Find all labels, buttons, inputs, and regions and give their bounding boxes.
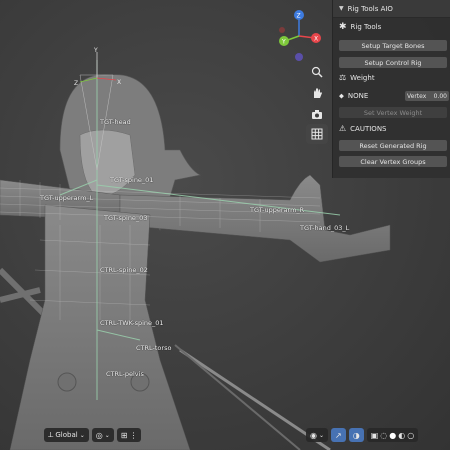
snapping-dropdown[interactable]: ⊞ ⋮ xyxy=(116,428,142,442)
warning-icon: ⚠ xyxy=(339,124,347,133)
snap-target-icon: ⋮ xyxy=(129,430,138,440)
pivot-point-dropdown[interactable]: ◎ ⌄ xyxy=(91,428,114,442)
shading-modes: ▣ ◌ ● ◐ ○ xyxy=(366,428,419,442)
snap-icon: ⊞ xyxy=(120,430,128,440)
reset-generated-rig-button[interactable]: Reset Generated Rig xyxy=(339,140,447,151)
blender-window: Y Z X TGT-head TGT-spine_01 TGT-upperarm… xyxy=(0,0,450,450)
collapse-arrow-icon[interactable]: ▼ xyxy=(339,5,344,12)
axis-z-label: Z xyxy=(74,80,78,87)
bone-label: CTRL-torso xyxy=(136,344,172,352)
transform-orientation-dropdown[interactable]: ⟂ Global ⌄ xyxy=(44,428,89,442)
overlay-icon: ◑ xyxy=(352,430,360,440)
bone-label: TGT-hand_03_L xyxy=(300,224,350,232)
pan-button[interactable] xyxy=(306,83,328,103)
weight-subheader: ⚖ Weight xyxy=(339,73,450,82)
wireframe-shading-icon[interactable]: ◌ xyxy=(380,431,387,440)
bone-label: TGT-upperarm_L xyxy=(40,194,94,202)
pivot-icon: ◎ xyxy=(95,430,103,440)
panel-title: Rig Tools AIO xyxy=(347,4,393,13)
vertex-weight-field[interactable]: Vertex 0.00 xyxy=(405,91,449,101)
axis-x-label: X xyxy=(117,79,121,86)
rig-tools-label: Rig Tools xyxy=(350,23,382,31)
viewport-bottom-bar: ⟂ Global ⌄ ◎ ⌄ ⊞ ⋮ xyxy=(44,428,142,444)
axis-y-label: Y xyxy=(93,47,98,54)
chevron-down-icon: ⌄ xyxy=(318,431,325,439)
gizmo-y-label: Y xyxy=(281,39,286,46)
bone-label: TGT-spine_03 xyxy=(104,214,148,222)
setup-target-bones-button[interactable]: Setup Target Bones xyxy=(339,40,447,51)
vertex-value: 0.00 xyxy=(433,92,447,100)
bone-label: TGT-head xyxy=(100,118,131,126)
gizmo-neg-x-axis[interactable] xyxy=(279,27,285,33)
gizmo-z-label: Z xyxy=(297,13,301,20)
bone-label: CTRL-spine_02 xyxy=(100,266,148,274)
rig-tools-icon: ✱ xyxy=(339,22,347,32)
visibility-dropdown[interactable]: ◉ ⌄ xyxy=(306,428,329,442)
xray-icon[interactable]: ▣ xyxy=(371,431,379,440)
zoom-button[interactable] xyxy=(306,62,328,82)
gizmo-x-label: X xyxy=(314,36,318,43)
ortho-toggle-button[interactable] xyxy=(306,124,328,144)
bone-label: TGT-upperarm_R xyxy=(250,206,305,214)
chevron-down-icon: ⌄ xyxy=(104,431,110,439)
chevron-down-icon: ⌄ xyxy=(79,431,85,439)
panel-header[interactable]: ▼ Rig Tools AIO xyxy=(333,0,450,18)
eye-icon: ◉ xyxy=(310,430,317,440)
rendered-shading-icon[interactable]: ○ xyxy=(407,431,414,440)
set-vertex-weight-button[interactable]: Set Vertex Weight xyxy=(339,107,447,118)
camera-view-button[interactable] xyxy=(306,104,328,124)
rig-tools-panel: ▼ Rig Tools AIO ✱ Rig Tools Setup Target… xyxy=(332,0,450,178)
weight-label: Weight xyxy=(350,73,375,82)
orientation-icon: ⟂ xyxy=(48,430,54,439)
zoom-icon xyxy=(311,66,323,78)
camera-icon xyxy=(312,110,322,119)
solid-shading-icon[interactable]: ● xyxy=(389,431,396,440)
clear-vertex-groups-button[interactable]: Clear Vertex Groups xyxy=(339,156,447,167)
viewport-shading-bar: ◉ ⌄ ↗ ◑ ▣ ◌ ● ◐ ○ xyxy=(306,428,419,444)
overlay-toggle[interactable]: ◑ xyxy=(348,428,364,442)
navigation-gizmo[interactable]: Z X Y xyxy=(275,6,325,64)
weight-icon: ⚖ xyxy=(339,73,347,82)
weight-mode-value[interactable]: NONE xyxy=(348,92,368,100)
belt-ornament-left xyxy=(57,372,77,392)
cautions-label: CAUTIONS xyxy=(350,124,387,133)
cautions-subheader: ⚠ CAUTIONS xyxy=(339,124,450,133)
material-shading-icon[interactable]: ◐ xyxy=(398,431,405,440)
bone-label: TGT-spine_01 xyxy=(110,176,154,184)
setup-control-rig-button[interactable]: Setup Control Rig xyxy=(339,57,447,68)
vertex-label: Vertex xyxy=(407,92,427,100)
grid-icon xyxy=(311,128,323,140)
gizmo-toggle[interactable]: ↗ xyxy=(331,428,346,442)
gizmo-neg-z-axis[interactable] xyxy=(295,53,303,61)
orientation-value: Global xyxy=(55,431,78,439)
none-icon: ⬥ xyxy=(339,91,344,100)
rig-tools-subheader: ✱ Rig Tools xyxy=(339,22,450,32)
gizmo-toggle-icon: ↗ xyxy=(335,430,342,440)
bone-label: CTRL-pelvis xyxy=(106,370,144,378)
bone-label: CTRL-TWK-spine_01 xyxy=(100,319,164,327)
hand-pan-icon xyxy=(314,88,322,98)
